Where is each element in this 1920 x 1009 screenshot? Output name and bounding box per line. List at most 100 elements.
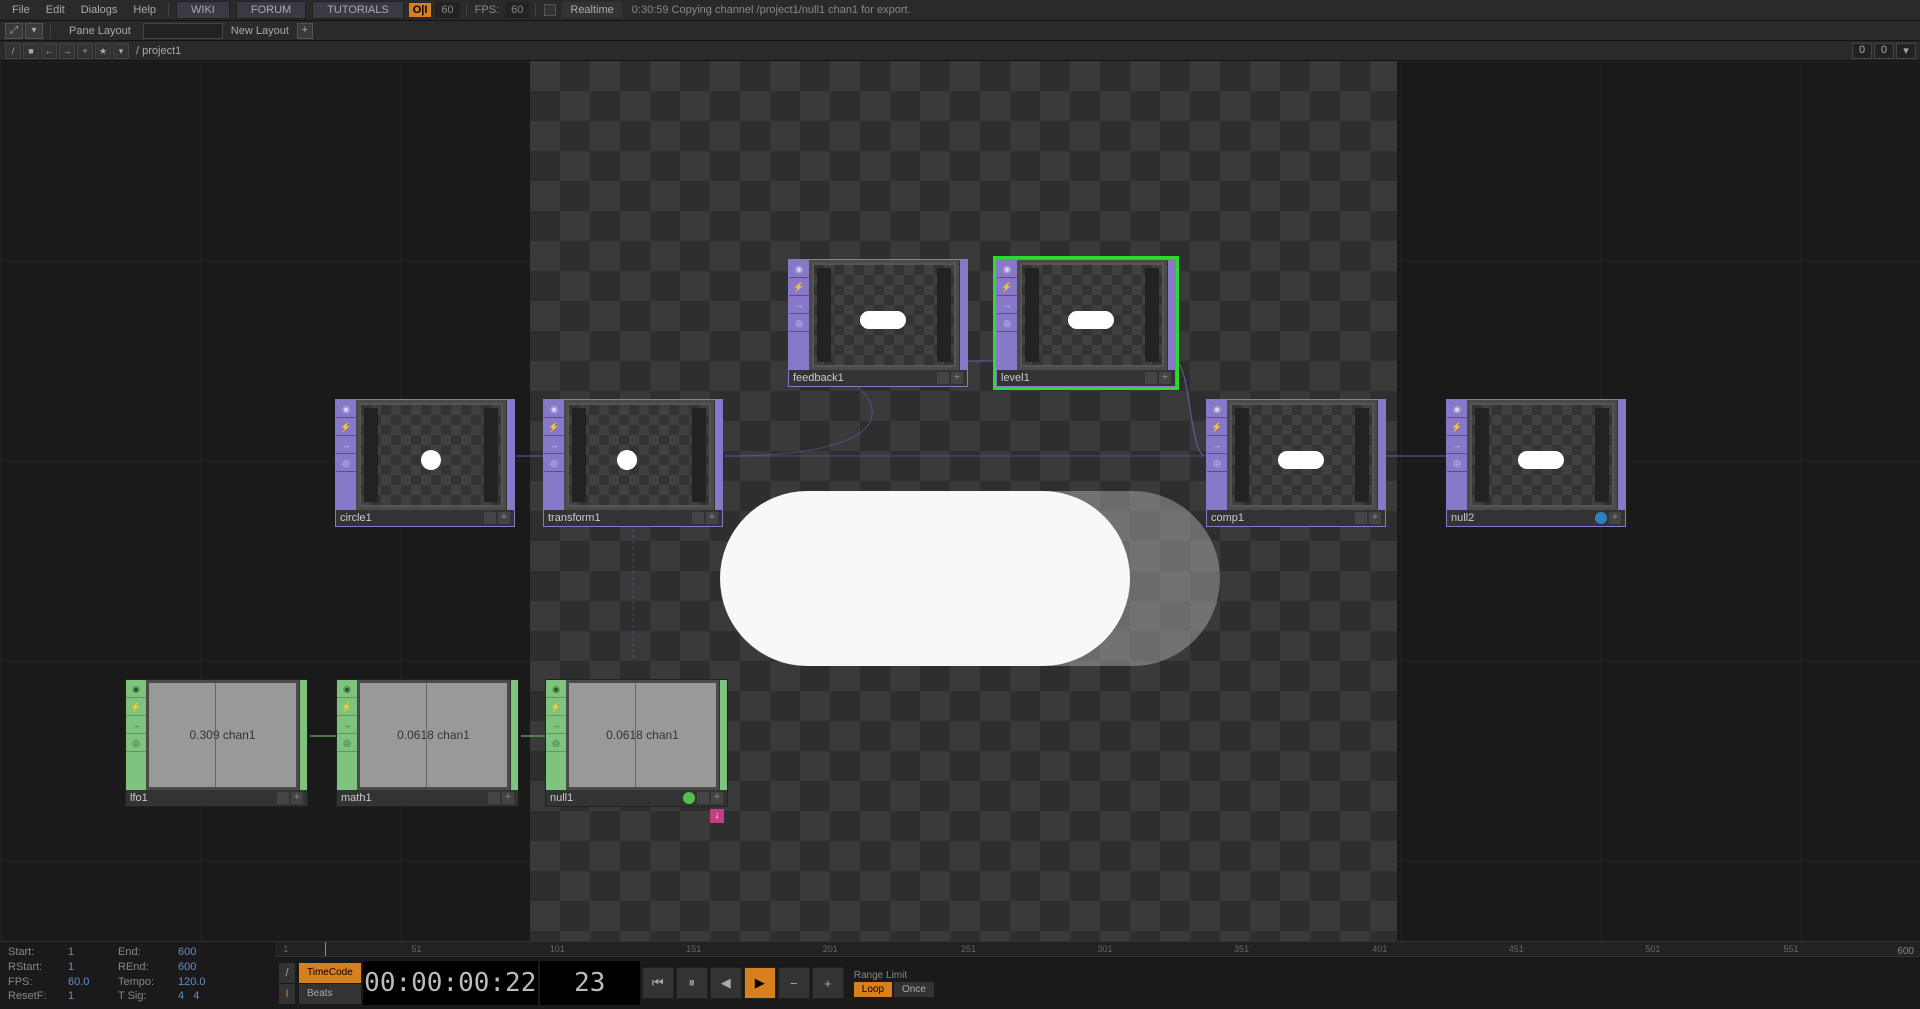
tsig-value-1[interactable]: 4 [178,990,184,1002]
minus-button[interactable]: − [778,967,810,999]
node-side-target-icon[interactable]: ◎ [546,734,566,752]
node-side-target-icon[interactable]: ◎ [789,314,809,332]
node-output-connector[interactable] [1167,260,1175,370]
node-side-target-icon[interactable]: ◎ [337,734,357,752]
node-side-circle-icon[interactable]: ◉ [336,400,356,418]
node-transform1[interactable]: ◉ ⚡ → ◎ transform1 + [543,399,723,527]
rend-value[interactable]: 600 [178,961,228,976]
once-button[interactable]: Once [894,982,934,997]
current-path[interactable]: / project1 [130,45,1850,57]
node-side-flash-icon[interactable]: ⚡ [544,418,564,436]
loop-button[interactable]: Loop [854,982,892,997]
layout-dropdown[interactable] [143,23,223,39]
timecode-display[interactable]: 00:00:00:22 [363,961,538,1005]
beats-mode-button[interactable]: Beats [299,984,361,1004]
frame-display[interactable]: 23 [540,961,640,1005]
node-output-connector[interactable] [510,680,518,790]
node-output-connector[interactable] [719,680,727,790]
node-side-arrow-icon[interactable]: → [546,716,566,734]
node-side-arrow-icon[interactable]: → [789,296,809,314]
node-side-circle-icon[interactable]: ◉ [1207,400,1227,418]
path-right-dropdown[interactable]: ▾ [1896,43,1916,59]
path-icon-1[interactable]: / [5,43,21,59]
node-side-flash-icon[interactable]: ⚡ [337,698,357,716]
pane-expand-icon[interactable]: ⤢ [5,23,23,39]
node-output-connector[interactable] [714,400,722,510]
export-flag-icon[interactable]: ↓ [710,809,724,823]
node-side-flash-icon[interactable]: ⚡ [336,418,356,436]
node-output-connector[interactable] [506,400,514,510]
play-button[interactable]: ▶ [744,967,776,999]
node-side-circle-icon[interactable]: ◉ [546,680,566,698]
node-math1[interactable]: ◉ ⚡ → ◎ 0.0618 chan1 math1 + [336,679,519,807]
path-up-icon[interactable]: + [77,43,93,59]
node-side-flash-icon[interactable]: ⚡ [1447,418,1467,436]
menu-file[interactable]: File [4,2,38,18]
node-side-target-icon[interactable]: ◎ [1207,454,1227,472]
plus-button[interactable]: + [812,967,844,999]
menu-help[interactable]: Help [125,2,164,18]
fps-target[interactable]: 60 [505,2,529,18]
node-side-flash-icon[interactable]: ⚡ [1207,418,1227,436]
node-side-arrow-icon[interactable]: → [126,716,146,734]
node-null2[interactable]: ◉ ⚡ → ◎ null2 + [1446,399,1626,527]
node-null1[interactable]: ◉ ⚡ → ◎ 0.0618 chan1 null1 + [545,679,728,807]
node-side-target-icon[interactable]: ◎ [544,454,564,472]
path-right-0[interactable]: 0 [1852,43,1872,59]
timecode-mode-button[interactable]: TimeCode [299,963,361,983]
node-side-flash-icon[interactable]: ⚡ [789,278,809,296]
forum-link[interactable]: FORUM [236,1,306,19]
node-side-arrow-icon[interactable]: → [997,296,1017,314]
rstart-value[interactable]: 1 [68,961,118,976]
node-side-circle-icon[interactable]: ◉ [997,260,1017,278]
node-side-circle-icon[interactable]: ◉ [1447,400,1467,418]
node-output-connector[interactable] [1377,400,1385,510]
pane-dropdown-icon[interactable]: ▾ [25,23,43,39]
node-circle1[interactable]: ◉ ⚡ → ◎ circle1 + [335,399,515,527]
tl-toggle-1[interactable]: / [279,963,295,983]
node-side-arrow-icon[interactable]: → [337,716,357,734]
node-comp1[interactable]: ◉ ⚡ → ◎ comp1 + [1206,399,1386,527]
node-side-arrow-icon[interactable]: → [336,436,356,454]
rewind-button[interactable]: ⏮ [642,967,674,999]
node-output-connector[interactable] [1617,400,1625,510]
end-value[interactable]: 600 [178,946,228,961]
tl-i-button[interactable]: I [279,984,295,1004]
node-side-circle-icon[interactable]: ◉ [544,400,564,418]
node-output-connector[interactable] [959,260,967,370]
node-feedback1[interactable]: ◉ ⚡ → ◎ feedback1 + [788,259,968,387]
node-side-flash-icon[interactable]: ⚡ [126,698,146,716]
path-right-1[interactable]: 0 [1874,43,1894,59]
timeline-ruler[interactable]: 1 51 101 151 201 251 301 351 401 451 501… [275,942,1920,957]
oji-toggle[interactable]: O|I [409,3,432,17]
path-icon-2[interactable]: ■ [23,43,39,59]
node-side-target-icon[interactable]: ◎ [1447,454,1467,472]
node-side-circle-icon[interactable]: ◉ [337,680,357,698]
node-side-circle-icon[interactable]: ◉ [126,680,146,698]
node-output-connector[interactable] [299,680,307,790]
pause-button[interactable]: ⏸ [676,967,708,999]
menu-dialogs[interactable]: Dialogs [73,2,126,18]
new-layout-plus[interactable]: + [297,23,313,39]
node-side-flash-icon[interactable]: ⚡ [997,278,1017,296]
tsig-value-2[interactable]: 4 [193,990,199,1002]
node-side-target-icon[interactable]: ◎ [336,454,356,472]
node-side-target-icon[interactable]: ◎ [126,734,146,752]
step-back-button[interactable]: ◀ [710,967,742,999]
path-dropdown-icon[interactable]: ▾ [113,43,129,59]
menu-edit[interactable]: Edit [38,2,73,18]
fps-value[interactable]: 60.0 [68,976,118,991]
network-editor[interactable]: ◉ ⚡ → ◎ feedback1 + ◉ ⚡ → ◎ [0,61,1920,941]
tutorials-link[interactable]: TUTORIALS [312,1,404,19]
tempo-value[interactable]: 120.0 [178,976,228,991]
path-back-icon[interactable]: ← [41,43,57,59]
node-side-flash-icon[interactable]: ⚡ [546,698,566,716]
node-side-arrow-icon[interactable]: → [544,436,564,454]
node-side-target-icon[interactable]: ◎ [997,314,1017,332]
realtime-checkbox[interactable] [544,4,556,16]
path-fwd-icon[interactable]: → [59,43,75,59]
start-value[interactable]: 1 [68,946,118,961]
path-star-icon[interactable]: ★ [95,43,111,59]
node-side-arrow-icon[interactable]: → [1447,436,1467,454]
node-side-circle-icon[interactable]: ◉ [789,260,809,278]
